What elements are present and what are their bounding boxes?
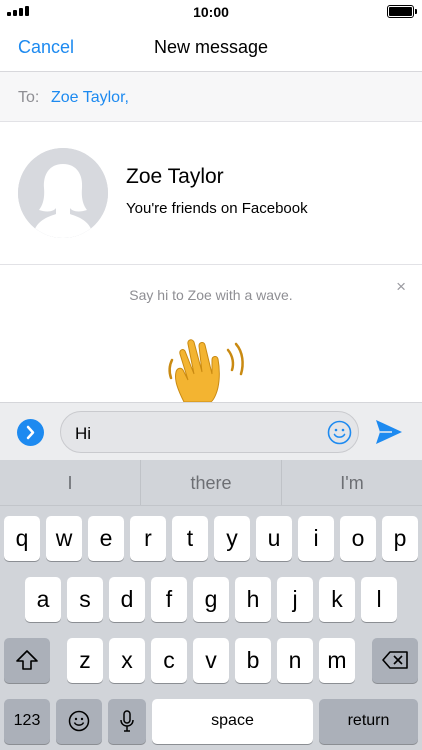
- key-k[interactable]: k: [319, 577, 355, 622]
- key-s[interactable]: s: [67, 577, 103, 622]
- key-e[interactable]: e: [88, 516, 124, 561]
- smiley-icon[interactable]: [327, 420, 352, 445]
- key-l[interactable]: l: [361, 577, 397, 622]
- message-input[interactable]: Hi: [60, 411, 359, 453]
- page-title: New message: [153, 37, 269, 57]
- recipient-field[interactable]: To: Zoe Taylor,: [0, 72, 422, 122]
- key-i[interactable]: i: [298, 516, 334, 561]
- suggestion-bar: I there I'm: [0, 460, 422, 506]
- keyboard: I there I'm q w e r t y u i o p a s d f …: [0, 460, 422, 750]
- battery-icon: [387, 5, 417, 18]
- chevron-right-icon[interactable]: [17, 419, 44, 446]
- navigation-bar: Cancel New message: [0, 24, 422, 72]
- key-d[interactable]: d: [109, 577, 145, 622]
- microphone-icon[interactable]: [108, 699, 146, 744]
- key-x[interactable]: x: [109, 638, 145, 683]
- person-silhouette-icon: [18, 148, 108, 238]
- key-m[interactable]: m: [319, 638, 355, 683]
- key-y[interactable]: y: [214, 516, 250, 561]
- key-g[interactable]: g: [193, 577, 229, 622]
- send-arrow-icon[interactable]: [374, 418, 404, 446]
- key-u[interactable]: u: [256, 516, 292, 561]
- return-key[interactable]: return: [319, 699, 418, 744]
- space-key[interactable]: space: [152, 699, 313, 744]
- key-w[interactable]: w: [46, 516, 82, 561]
- key-a[interactable]: a: [25, 577, 61, 622]
- contact-card: Zoe Taylor You're friends on Facebook: [0, 122, 422, 265]
- key-f[interactable]: f: [151, 577, 187, 622]
- message-composer: Hi: [0, 402, 422, 460]
- suggestion-item[interactable]: I'm: [282, 460, 422, 505]
- suggestion-item[interactable]: I: [0, 460, 141, 505]
- status-bar: 10:00: [0, 0, 422, 24]
- key-c[interactable]: c: [151, 638, 187, 683]
- emoji-key-icon[interactable]: [56, 699, 102, 744]
- contact-relationship: You're friends on Facebook: [126, 200, 308, 217]
- message-text: Hi: [75, 424, 92, 443]
- key-h[interactable]: h: [235, 577, 271, 622]
- key-v[interactable]: v: [193, 638, 229, 683]
- key-o[interactable]: o: [340, 516, 376, 561]
- key-j[interactable]: j: [277, 577, 313, 622]
- key-q[interactable]: q: [4, 516, 40, 561]
- waving-hand-icon[interactable]: [166, 330, 256, 402]
- numbers-key[interactable]: 123: [4, 699, 50, 744]
- shift-icon[interactable]: [4, 638, 50, 683]
- key-z[interactable]: z: [67, 638, 103, 683]
- wave-prompt: × Say hi to Zoe with a wave.: [0, 266, 422, 402]
- key-r[interactable]: r: [130, 516, 166, 561]
- to-label: To:: [18, 89, 40, 106]
- key-p[interactable]: p: [382, 516, 418, 561]
- backspace-icon[interactable]: [372, 638, 418, 683]
- wave-prompt-text: Say hi to Zoe with a wave.: [129, 287, 293, 303]
- recipient-token[interactable]: Zoe Taylor,: [51, 89, 129, 107]
- key-t[interactable]: t: [172, 516, 208, 561]
- key-b[interactable]: b: [235, 638, 271, 683]
- key-n[interactable]: n: [277, 638, 313, 683]
- status-time: 10:00: [193, 4, 229, 20]
- contact-name: Zoe Taylor: [126, 165, 224, 188]
- suggestion-item[interactable]: there: [141, 460, 282, 505]
